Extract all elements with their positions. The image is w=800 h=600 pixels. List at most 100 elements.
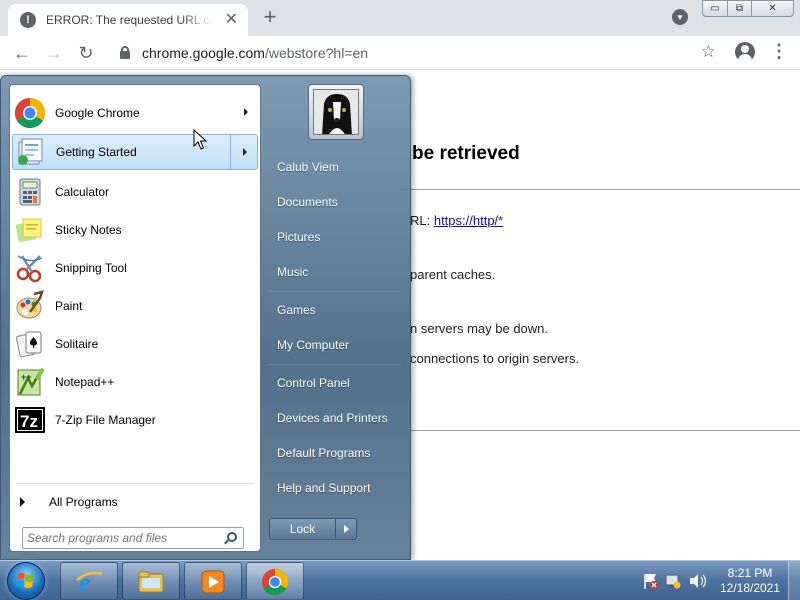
- link-devices-printers[interactable]: Devices and Printers: [267, 403, 403, 433]
- error-text-line: n servers may be down.: [410, 321, 549, 336]
- link-help-support[interactable]: Help and Support: [267, 473, 403, 503]
- scissors-icon: [14, 252, 46, 284]
- lock-icon[interactable]: [120, 46, 130, 59]
- taskbar-chrome-button[interactable]: [246, 562, 304, 600]
- search-icon[interactable]: [227, 532, 237, 542]
- error-url-line: RL: https://http/*: [410, 213, 503, 228]
- split-divider: [230, 135, 231, 169]
- svg-text:e: e: [79, 568, 91, 596]
- taskbar-explorer-button[interactable]: [122, 562, 180, 600]
- folder-icon: [138, 571, 164, 593]
- program-label: Sticky Notes: [55, 223, 122, 237]
- notepad-plus-icon: ++: [14, 366, 46, 398]
- program-solitaire[interactable]: Solitaire: [12, 326, 258, 362]
- program-label: Snipping Tool: [55, 261, 127, 275]
- shutdown-options-arrow-icon[interactable]: [336, 519, 356, 539]
- error-text-line: connections to origin servers.: [410, 351, 580, 366]
- tab-strip: ! ERROR: The requested URL could not be …: [0, 0, 800, 36]
- tab-search-icon[interactable]: ▼: [672, 9, 688, 25]
- network-icon[interactable]: [665, 574, 681, 589]
- chrome-menu-icon[interactable]: ⋮: [770, 41, 788, 61]
- address-bar[interactable]: chrome.google.com/webstore?hl=en ☆: [108, 39, 728, 67]
- browser-toolbar: ← → ↻ chrome.google.com/webstore?hl=en ☆: [0, 36, 800, 70]
- taskbar-media-player-button[interactable]: [184, 562, 242, 600]
- link-documents[interactable]: Documents: [267, 187, 403, 217]
- program-calculator[interactable]: Calculator: [12, 174, 258, 210]
- all-programs-button[interactable]: All Programs: [16, 483, 254, 519]
- submenu-arrow-icon[interactable]: [243, 148, 247, 156]
- clock[interactable]: 8:21 PM 12/18/2021: [716, 566, 784, 596]
- link-pictures[interactable]: Pictures: [267, 222, 403, 252]
- user-picture[interactable]: [308, 84, 364, 140]
- link-control-panel[interactable]: Control Panel: [267, 368, 403, 398]
- internet-explorer-icon: e: [76, 568, 103, 596]
- program-label: Paint: [55, 299, 83, 313]
- sticky-notes-icon: [14, 214, 46, 246]
- taskbar: e 8:21 PM 12/18/2021: [0, 560, 800, 600]
- volume-icon[interactable]: [690, 574, 707, 588]
- search-box[interactable]: [22, 527, 244, 549]
- url-text[interactable]: chrome.google.com/webstore?hl=en: [142, 45, 368, 61]
- dog-avatar: [313, 89, 359, 135]
- new-tab-button[interactable]: +: [258, 6, 282, 30]
- cards-icon: [14, 328, 46, 360]
- program-label: Getting Started: [56, 145, 137, 159]
- calculator-icon: [14, 176, 46, 208]
- error-url-link[interactable]: https://http/*: [434, 213, 503, 228]
- chrome-icon: [261, 568, 289, 596]
- page-heading: be retrieved: [412, 143, 520, 164]
- tab-close-icon[interactable]: ✕: [225, 12, 238, 28]
- forward-button[interactable]: →: [42, 41, 66, 65]
- tab-error[interactable]: ! ERROR: The requested URL could not be …: [8, 4, 248, 36]
- program-getting-started[interactable]: Getting Started: [12, 134, 258, 170]
- program-google-chrome[interactable]: Google Chrome: [12, 95, 258, 131]
- chrome-icon: [14, 97, 46, 129]
- divider: [400, 189, 800, 190]
- svg-text:7z: 7z: [20, 412, 38, 431]
- action-center-flag-icon[interactable]: [644, 574, 658, 589]
- back-button[interactable]: ←: [10, 41, 34, 65]
- link-my-computer[interactable]: My Computer: [267, 330, 403, 360]
- all-programs-label: All Programs: [49, 494, 118, 509]
- program-label: Notepad++: [55, 375, 115, 389]
- program-label: 7-Zip File Manager: [55, 413, 156, 427]
- restore-button[interactable]: ⧉: [728, 0, 752, 17]
- svg-text:++: ++: [21, 372, 32, 382]
- error-url-prefix: RL:: [410, 213, 434, 228]
- getting-started-icon: [15, 136, 47, 168]
- link-user-folder[interactable]: Calub Viem: [267, 152, 403, 182]
- reload-button[interactable]: ↻: [74, 41, 98, 65]
- divider: [400, 430, 800, 431]
- link-music[interactable]: Music: [267, 257, 403, 287]
- close-window-button[interactable]: ✕: [752, 0, 794, 17]
- lock-button[interactable]: Lock: [269, 518, 357, 540]
- 7zip-icon: 7z: [14, 404, 46, 436]
- expand-arrow-icon: [20, 496, 25, 507]
- media-player-icon: [201, 570, 225, 594]
- windows-logo-icon: [16, 573, 34, 588]
- program-snipping-tool[interactable]: Snipping Tool: [12, 250, 258, 286]
- submenu-arrow-icon[interactable]: [244, 108, 248, 116]
- clock-time: 8:21 PM: [727, 566, 773, 580]
- profile-avatar-icon[interactable]: [735, 42, 755, 62]
- link-games[interactable]: Games: [267, 295, 403, 325]
- url-path: /webstore?hl=en: [264, 45, 369, 61]
- program-label: Solitaire: [55, 337, 99, 351]
- palette-icon: [14, 290, 46, 322]
- search-input[interactable]: [27, 530, 217, 546]
- window-controls: ▭ ⧉ ✕: [702, 0, 794, 18]
- bookmark-star-icon[interactable]: ☆: [701, 42, 716, 62]
- program-paint[interactable]: Paint: [12, 288, 258, 324]
- link-default-programs[interactable]: Default Programs: [267, 438, 403, 468]
- lock-label: Lock: [270, 519, 336, 539]
- minimize-button[interactable]: ▭: [702, 0, 728, 17]
- clock-date: 12/18/2021: [719, 581, 781, 595]
- program-sticky-notes[interactable]: Sticky Notes: [12, 212, 258, 248]
- start-button[interactable]: [7, 562, 45, 600]
- show-desktop-button[interactable]: [788, 561, 800, 600]
- program-notepad-plus-plus[interactable]: ++ Notepad++: [12, 364, 258, 400]
- program-7zip[interactable]: 7z 7-Zip File Manager: [12, 402, 258, 438]
- error-icon: !: [20, 12, 36, 28]
- mouse-cursor-icon: [193, 129, 207, 150]
- taskbar-ie-button[interactable]: e: [60, 562, 118, 600]
